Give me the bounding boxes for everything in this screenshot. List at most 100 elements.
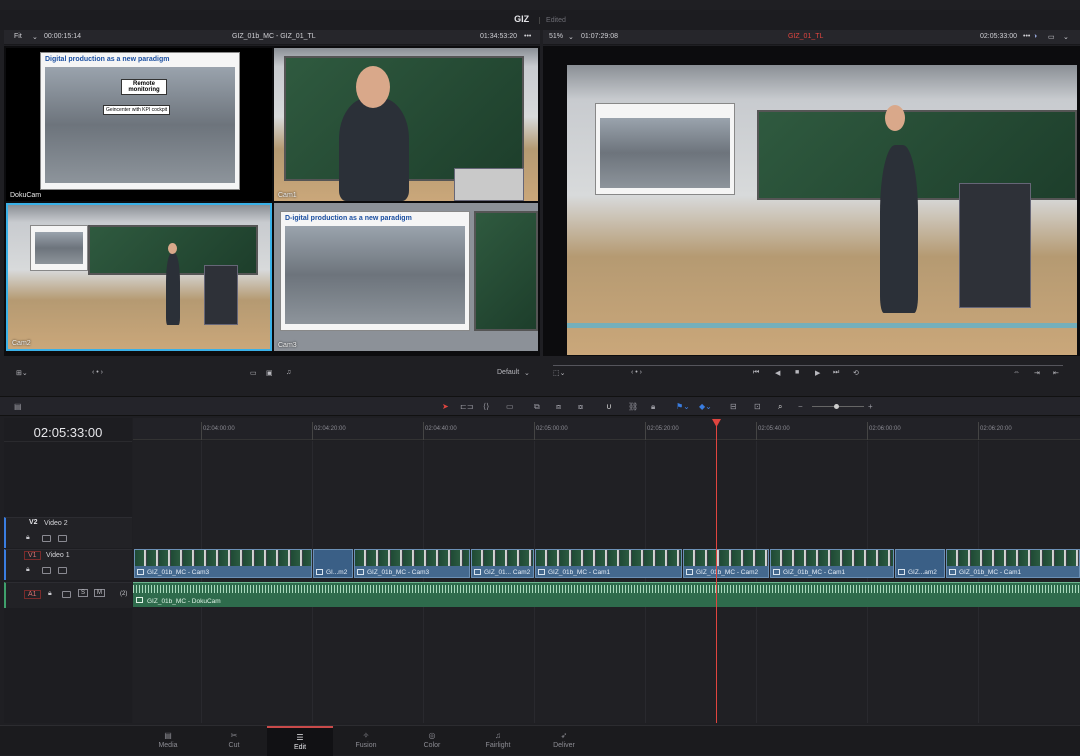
mute-button[interactable]: M	[94, 589, 105, 597]
page-fusion[interactable]: ✧ Fusion	[333, 726, 399, 756]
scrubber-track[interactable]	[553, 365, 1063, 366]
multicam-clip-icon	[538, 569, 545, 575]
video-clip[interactable]: GIZ_01b_MC - Cam2	[683, 549, 769, 578]
audio-preset-dropdown[interactable]: Default	[497, 369, 519, 376]
zoom-slider-handle[interactable]	[834, 404, 839, 409]
mark-out-icon[interactable]: ⇤	[1053, 369, 1059, 377]
video-clip[interactable]: GIZ_01... Cam2	[471, 549, 534, 578]
lock-icon[interactable]: 🔒︎	[26, 566, 30, 574]
project-status: Edited	[539, 17, 566, 24]
lock-icon[interactable]: 🔒︎	[48, 590, 52, 598]
video-clip[interactable]: GIZ_01b_MC - Cam1	[946, 549, 1080, 578]
angle-page-nav[interactable]: ‹ • ›	[92, 369, 103, 376]
angle-cam1[interactable]: Cam1	[274, 48, 538, 201]
zoom-custom-icon[interactable]: ⌕	[778, 402, 782, 412]
auto-select-icon[interactable]	[42, 535, 51, 542]
stop-icon[interactable]: ■	[795, 369, 799, 376]
blade-tool-icon[interactable]: ▭	[506, 402, 514, 411]
presenter	[339, 98, 409, 201]
timeline-ruler[interactable]: 02:04:00:00 02:04:20:00 02:04:40:00 02:0…	[133, 418, 1080, 440]
zoom-in-icon[interactable]: +	[868, 402, 873, 411]
selection-tool-icon[interactable]: ➤	[442, 402, 449, 411]
track-id: V1	[24, 551, 41, 560]
timeline-zoom-dropdown[interactable]: 51%	[549, 33, 563, 40]
track-header-v2[interactable]: V2 Video 2 🔒︎	[4, 517, 132, 548]
auto-select-icon[interactable]	[42, 567, 51, 574]
page-deliver[interactable]: ➶ Deliver	[531, 726, 597, 756]
lock-icon[interactable]: 🔒︎	[651, 402, 655, 412]
link-icon[interactable]: ⛓	[628, 402, 638, 411]
more-options-icon[interactable]: •••	[524, 33, 531, 40]
lock-icon[interactable]: 🔒︎	[26, 534, 30, 542]
program-viewer[interactable]	[543, 46, 1080, 356]
marker-icon[interactable]: ◆⌄	[699, 402, 712, 411]
snapping-icon[interactable]: ∪	[606, 402, 612, 411]
match-frame-icon[interactable]: ⇔	[1013, 369, 1020, 376]
video-clip[interactable]: GIZ_01b_MC - Cam1	[535, 549, 682, 578]
source-clip-name[interactable]: GIZ_01b_MC - GIZ_01_TL	[232, 33, 316, 40]
chevron-down-icon[interactable]: ⌄	[1063, 33, 1069, 41]
track-header-a1[interactable]: A1 🔒︎ S M (2)	[4, 582, 132, 608]
transform-icon[interactable]: ⬚⌄	[553, 369, 565, 377]
video-audio-icon[interactable]: ▣	[266, 369, 273, 377]
track-visibility-icon[interactable]	[58, 535, 67, 542]
trim-tool-icon[interactable]: ⊏⊐	[460, 402, 473, 411]
loop-icon[interactable]: ⟲	[853, 369, 859, 377]
track-id: A1	[24, 590, 41, 599]
more-options-icon[interactable]: •••	[1023, 33, 1030, 40]
audio-only-icon[interactable]: ♫	[286, 369, 291, 376]
timeline-name-dropdown[interactable]: GIZ_01_TL	[788, 33, 823, 40]
angle-dokucam[interactable]: Digital production as a new paradigm Rem…	[6, 48, 272, 201]
deliver-icon: ➶	[560, 731, 568, 740]
ruler-label: 02:05:40:00	[758, 426, 790, 432]
overwrite-clip-icon[interactable]: ⧈	[556, 402, 561, 412]
page-fairlight[interactable]: ♫ Fairlight	[465, 726, 531, 756]
jump-to-end-icon[interactable]: ⏭	[833, 369, 839, 377]
solo-button[interactable]: S	[78, 589, 89, 597]
video-clip[interactable]: GIZ_01b_MC - Cam3	[354, 549, 470, 578]
video-clip[interactable]: GIZ_01b_MC - Cam1	[770, 549, 894, 578]
mark-in-icon[interactable]: ⇥	[1034, 369, 1040, 377]
multicam-viewer[interactable]: Digital production as a new paradigm Rem…	[4, 46, 540, 356]
color-wheel-icon[interactable]: ◑	[1033, 33, 1037, 40]
chevron-down-icon[interactable]: ⌄	[32, 33, 38, 41]
presentation-slide: Digital production as a new paradigm Rem…	[40, 52, 240, 190]
timeline-duration: 01:07:29:08	[581, 33, 618, 40]
dynamic-trim-icon[interactable]: ⟨⟩	[483, 402, 489, 411]
video-only-icon[interactable]: ▭	[250, 369, 257, 377]
play-icon[interactable]: ▶	[815, 369, 820, 377]
angle-label: Cam3	[278, 342, 297, 349]
angle-cam2-selected[interactable]: Cam2	[6, 203, 272, 351]
zoom-detail-icon[interactable]: ⊡	[754, 402, 761, 411]
ruler-label: 02:04:20:00	[314, 426, 346, 432]
track-header-v1[interactable]: V1 Video 1 🔒︎	[4, 549, 132, 580]
program-page-nav[interactable]: ‹ • ›	[631, 369, 642, 376]
replace-clip-icon[interactable]: ⧇	[578, 402, 583, 412]
zoom-out-icon[interactable]: −	[798, 402, 803, 411]
insert-clip-icon[interactable]: ⧉	[534, 402, 540, 412]
playhead[interactable]	[716, 420, 717, 723]
viewer-mode-icon[interactable]: ▭	[1048, 33, 1055, 41]
audio-clip[interactable]: GIZ_01b_MC - DokuCam	[133, 582, 1080, 607]
zoom-full-icon[interactable]: ⊟	[730, 402, 737, 411]
video-clip[interactable]: GIZ...am2	[895, 549, 945, 578]
angle-cam3[interactable]: D-igital production as a new paradigm Ca…	[274, 203, 538, 351]
page-color[interactable]: ◎ Color	[399, 726, 465, 756]
video-clip[interactable]: GIZ_01b_MC - Cam3	[134, 549, 312, 578]
auto-select-icon[interactable]	[62, 591, 71, 598]
slide-title: Digital production as a new paradigm	[45, 56, 170, 63]
chevron-down-icon[interactable]: ⌄	[568, 33, 574, 41]
timeline-options-icon[interactable]: ▤	[14, 402, 22, 411]
multicam-layout-icon[interactable]: ⊞⌄	[16, 369, 28, 377]
chevron-down-icon[interactable]: ⌄	[524, 369, 530, 377]
timeline-timecode-display[interactable]: 02:05:33:00	[4, 420, 132, 442]
page-cut[interactable]: ✂ Cut	[201, 726, 267, 756]
page-edit[interactable]: ☰ Edit	[267, 726, 333, 756]
source-zoom-dropdown[interactable]: Fit	[14, 33, 22, 40]
page-media[interactable]: ▤ Media	[135, 726, 201, 756]
track-visibility-icon[interactable]	[58, 567, 67, 574]
video-clip[interactable]: GI...m2	[313, 549, 353, 578]
jump-to-start-icon[interactable]: ⏮	[753, 369, 759, 377]
play-reverse-icon[interactable]: ◀	[775, 369, 780, 377]
flag-icon[interactable]: ⚑⌄	[676, 402, 690, 411]
